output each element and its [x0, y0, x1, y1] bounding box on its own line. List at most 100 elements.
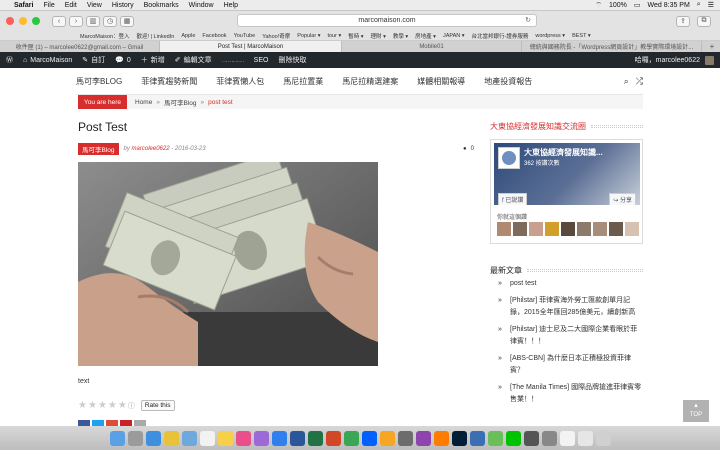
- bookmark-item[interactable]: 房地產 ▾: [415, 32, 436, 40]
- back-button[interactable]: ‹: [52, 15, 66, 27]
- avatar[interactable]: [497, 222, 511, 236]
- imovie-icon[interactable]: [415, 430, 431, 446]
- nav-item-property[interactable]: 馬尼拉置業: [283, 76, 323, 87]
- tab-mobile01[interactable]: Mobile01: [342, 41, 522, 52]
- preview-icon[interactable]: [559, 430, 575, 446]
- podcasts-icon[interactable]: [253, 430, 269, 446]
- post-author[interactable]: marcolee0622: [132, 146, 170, 152]
- list-item[interactable]: [The Manila Times] 國際品牌搶進菲律賓零售業！！: [490, 382, 643, 406]
- list-item[interactable]: [ABS-CBN] 為什麼日本正積極投資菲律賓？: [490, 353, 643, 377]
- bookmark-item[interactable]: JAPAN ▾: [443, 33, 465, 39]
- forward-button[interactable]: ›: [69, 15, 83, 27]
- avatar[interactable]: [593, 222, 607, 236]
- url-text[interactable]: marcomaison.com: [358, 17, 415, 24]
- fb-share-button[interactable]: ↪ 分享: [609, 193, 636, 205]
- tab-gmail[interactable]: 收件匣 (1) – marcolee0622@gmail.com – Gmail: [0, 41, 160, 52]
- list-item[interactable]: [Philstar] 菲律賓海外勞工匯款創單月記錄，2015全年匯回285億美元…: [490, 295, 643, 319]
- sidebar-icon[interactable]: ▥: [86, 15, 100, 27]
- trash-icon[interactable]: [595, 430, 611, 446]
- fb-page-name[interactable]: 大東協經濟發展知識...: [524, 147, 603, 158]
- bookmark-item[interactable]: Facebook: [202, 33, 226, 39]
- wordpress-icon[interactable]: Ⓦ: [6, 55, 13, 65]
- messages-icon[interactable]: [487, 430, 503, 446]
- wp-seo[interactable]: SEO: [254, 57, 269, 64]
- maps-icon[interactable]: [343, 430, 359, 446]
- fb-page-logo[interactable]: [498, 147, 520, 169]
- breadcrumb-parent[interactable]: 馬可李Blog: [164, 97, 197, 107]
- photos-icon[interactable]: [379, 430, 395, 446]
- excel-icon[interactable]: [307, 430, 323, 446]
- avatar[interactable]: [625, 222, 639, 236]
- word-icon[interactable]: [289, 430, 305, 446]
- category-badge[interactable]: 馬可李Blog: [78, 143, 119, 155]
- wifi-icon[interactable]: ⌔: [595, 1, 602, 10]
- list-item[interactable]: [Philstar] 迪士尼及二大國際企業看眼於菲律賓！！！: [490, 324, 643, 348]
- bookmark-item[interactable]: Apple: [181, 33, 195, 39]
- bookmark-item[interactable]: 理財 ▾: [371, 32, 386, 40]
- fb-liked-button[interactable]: f 已說讚: [498, 193, 528, 205]
- wp-edit-post[interactable]: ✐ 編輯文章: [175, 55, 212, 65]
- wp-greeting[interactable]: 哈囉，marcolee0622: [635, 55, 700, 65]
- star-icon[interactable]: ★: [98, 400, 107, 411]
- line-icon[interactable]: [505, 430, 521, 446]
- menu-app-name[interactable]: Safari: [14, 2, 33, 9]
- bookmark-item[interactable]: BEST ▾: [572, 33, 591, 39]
- star-icon[interactable]: ★: [78, 400, 87, 411]
- bookmark-item[interactable]: YouTube: [234, 33, 256, 39]
- launchpad-icon[interactable]: [127, 430, 143, 446]
- fb-cover[interactable]: 大東協經濟發展知識... 362 按讚次數 f 已說讚 ↪ 分享: [494, 143, 640, 205]
- search-icon[interactable]: ⌕: [624, 76, 629, 87]
- breadcrumb-home[interactable]: Home: [135, 99, 152, 106]
- bookmark-item[interactable]: tour ▾: [327, 33, 341, 39]
- shuffle-icon[interactable]: ⤮: [636, 76, 643, 87]
- wp-site-name[interactable]: ⌂ MarcoMaison: [23, 57, 72, 64]
- star-icon[interactable]: ★: [108, 400, 117, 411]
- safari-icon[interactable]: [145, 430, 161, 446]
- avatar[interactable]: [577, 222, 591, 236]
- menu-window[interactable]: Window: [189, 2, 214, 9]
- photoshop-icon[interactable]: [451, 430, 467, 446]
- downloads-folder-icon[interactable]: [577, 430, 593, 446]
- bookmark-item[interactable]: 暫時 ▾: [348, 32, 363, 40]
- info-icon[interactable]: ⓘ: [128, 401, 135, 411]
- new-tab-button[interactable]: +: [704, 41, 720, 52]
- star-icon[interactable]: ★: [88, 400, 97, 411]
- nav-item-news[interactable]: 菲律賓趨勢新聞: [141, 76, 197, 87]
- share-icon[interactable]: ⇪: [676, 15, 690, 27]
- avatar[interactable]: [545, 222, 559, 236]
- nav-item-reports[interactable]: 地產投資報告: [484, 76, 532, 87]
- app-store-icon[interactable]: [271, 430, 287, 446]
- menu-help[interactable]: Help: [224, 2, 238, 9]
- back-to-top-button[interactable]: ▲ TOP: [683, 400, 709, 422]
- battery-level[interactable]: 100%: [609, 2, 627, 9]
- avatar[interactable]: [529, 222, 543, 236]
- list-item[interactable]: post test: [490, 278, 643, 290]
- zoom-window-button[interactable]: [32, 17, 40, 25]
- comments-count[interactable]: ● 0: [463, 146, 474, 152]
- avatar[interactable]: [513, 222, 527, 236]
- powerpoint-icon[interactable]: [325, 430, 341, 446]
- bookmark-item[interactable]: Yahoo!奇摩: [262, 32, 290, 40]
- finder-icon[interactable]: [109, 430, 125, 446]
- wp-customize[interactable]: ✎ 自訂: [82, 55, 105, 65]
- avatar[interactable]: [561, 222, 575, 236]
- nav-item-guide[interactable]: 菲律賓懶人包: [216, 76, 264, 87]
- bookmark-item[interactable]: 教學 ▾: [393, 32, 408, 40]
- bookmark-item[interactable]: MarcoMaison：登入: [80, 32, 130, 40]
- calendar-icon[interactable]: [199, 430, 215, 446]
- system-preferences-icon[interactable]: [541, 430, 557, 446]
- itunes-icon[interactable]: [235, 430, 251, 446]
- top-sites-icon[interactable]: ▦: [120, 15, 134, 27]
- address-bar[interactable]: marcomaison.com ↻: [237, 14, 537, 27]
- menu-file[interactable]: File: [43, 2, 54, 9]
- bookmark-item[interactable]: wordpress ▾: [535, 33, 565, 39]
- close-window-button[interactable]: [6, 17, 14, 25]
- tab-wordpress-tutorial[interactable]: 總統與國務院長 -「Wordpress網頁設計」教學實際環境設計...: [522, 41, 702, 52]
- tab-post-test[interactable]: Post Test | MarcoMaison: [160, 41, 342, 52]
- chrome-icon[interactable]: [163, 430, 179, 446]
- wp-purge-cache[interactable]: 刪除快取: [278, 55, 306, 65]
- reload-icon[interactable]: ↻: [525, 15, 531, 27]
- notes-icon[interactable]: [217, 430, 233, 446]
- bookmark-item[interactable]: Popular ▾: [297, 33, 320, 39]
- notification-icon[interactable]: ☰: [708, 1, 714, 9]
